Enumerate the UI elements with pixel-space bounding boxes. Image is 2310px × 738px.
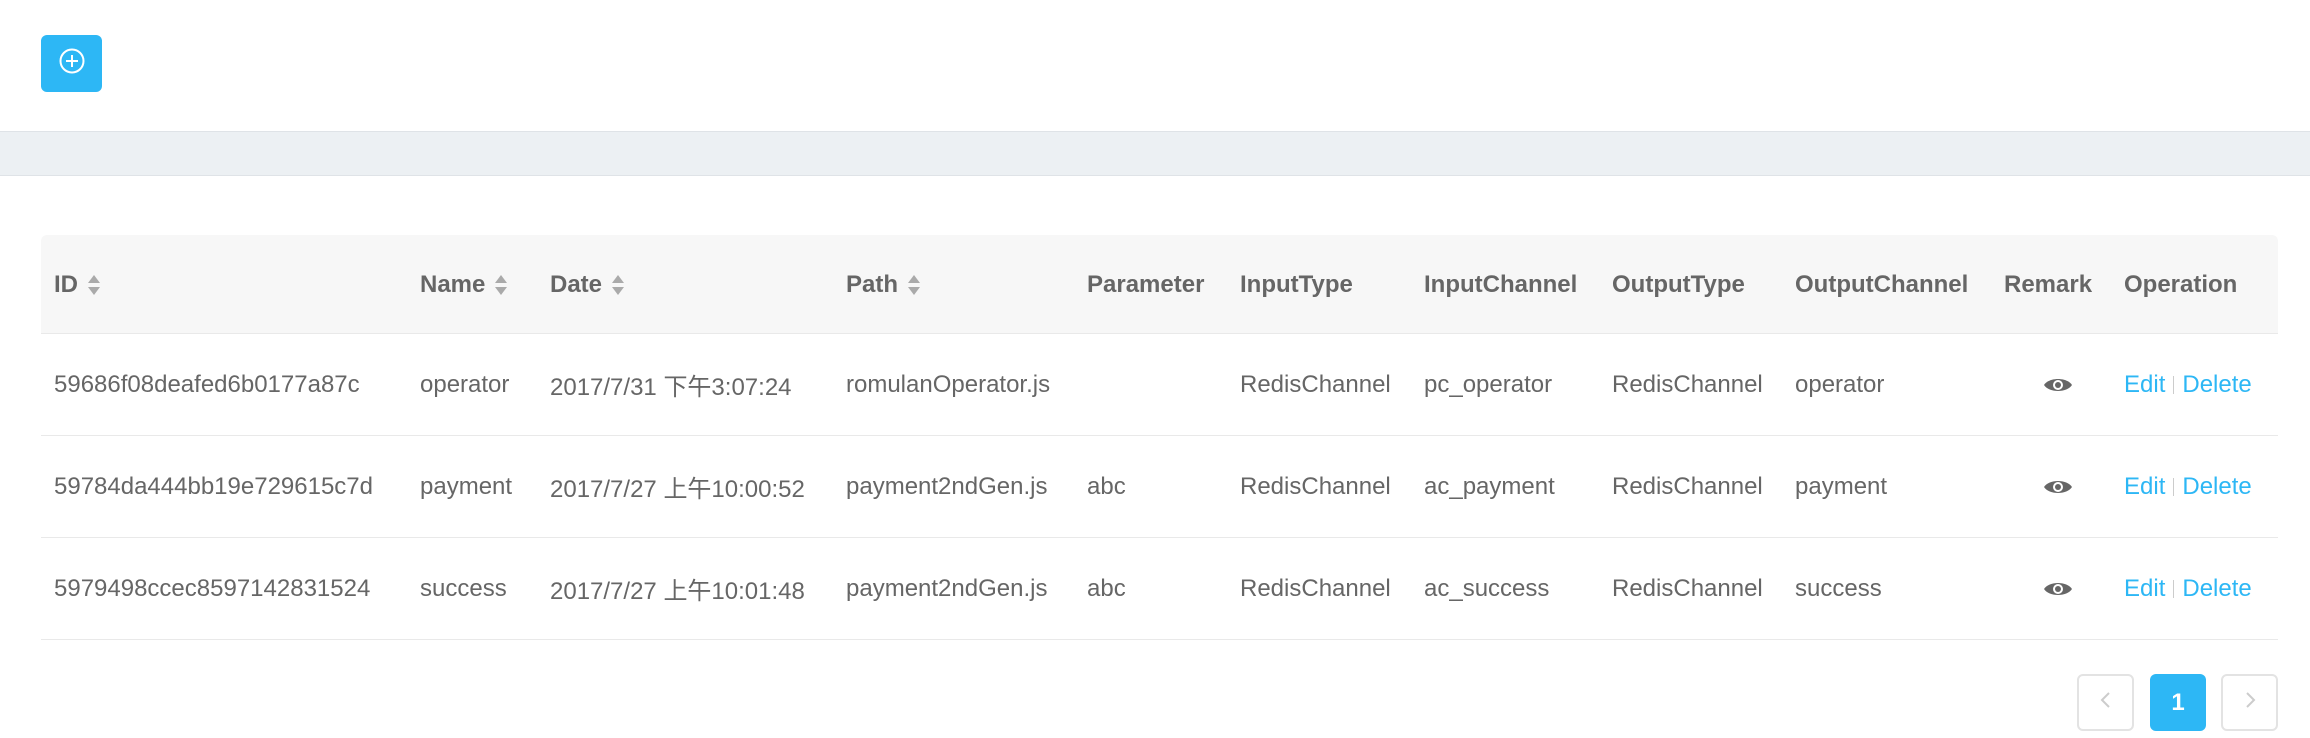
edit-link[interactable]: Edit: [2124, 473, 2165, 501]
cell-input-channel: pc_operator: [1424, 370, 1553, 398]
toolbar-card: [0, 0, 2310, 132]
column-header-operation: Operation: [2124, 270, 2238, 298]
cell-name: success: [420, 574, 507, 602]
eye-icon[interactable]: [2043, 472, 2073, 502]
sort-icon[interactable]: [88, 274, 100, 296]
column-header-input-type: InputType: [1240, 270, 1353, 298]
cell-path: payment2ndGen.js: [846, 472, 1048, 500]
cell-output-channel: success: [1795, 574, 1882, 602]
cell-path: payment2ndGen.js: [846, 574, 1048, 602]
prev-page-button[interactable]: [2077, 674, 2134, 731]
cell-remark: [2043, 436, 2073, 537]
sort-icon[interactable]: [495, 274, 508, 296]
cell-input-channel: ac_success: [1424, 574, 1550, 602]
cell-operation: Edit Delete: [2124, 436, 2252, 537]
cell-parameter: abc: [1087, 574, 1126, 602]
data-table: ID Name Date Path Parameter InputType In…: [41, 235, 2278, 640]
eye-icon[interactable]: [2043, 574, 2073, 604]
column-header-input-channel: InputChannel: [1424, 270, 1578, 298]
cell-date: 2017/7/31 下午3:07:24: [550, 374, 792, 401]
cell-date: 2017/7/27 上午10:01:48: [550, 578, 805, 605]
cell-id: 59686f08deafed6b0177a87c: [54, 370, 360, 398]
cell-input-channel: ac_payment: [1424, 472, 1555, 500]
next-page-button[interactable]: [2221, 674, 2278, 731]
column-header-name[interactable]: Name: [420, 235, 508, 334]
table-row: 59686f08deafed6b0177a87c operator 2017/7…: [41, 334, 2278, 436]
table-card: ID Name Date Path Parameter InputType In…: [0, 175, 2310, 738]
column-header-remark: Remark: [2004, 270, 2093, 298]
cell-output-type: RedisChannel: [1612, 370, 1763, 398]
column-header-id[interactable]: ID: [54, 235, 100, 334]
cell-name: payment: [420, 472, 513, 500]
sort-icon[interactable]: [908, 274, 921, 296]
cell-date: 2017/7/27 上午10:00:52: [550, 476, 805, 503]
cell-name: operator: [420, 370, 510, 398]
chevron-right-icon: [2243, 689, 2257, 717]
divider: [2173, 477, 2175, 496]
cell-path: romulanOperator.js: [846, 370, 1051, 398]
plus-circle-icon: [58, 47, 86, 80]
cell-output-channel: payment: [1795, 472, 1888, 500]
table-header: ID Name Date Path Parameter InputType In…: [41, 235, 2278, 334]
cell-output-channel: operator: [1795, 370, 1885, 398]
divider: [2173, 375, 2175, 394]
delete-link[interactable]: Delete: [2182, 575, 2251, 603]
divider: [2173, 579, 2175, 598]
column-header-path[interactable]: Path: [846, 235, 921, 334]
cell-id: 59784da444bb19e729615c7d: [54, 472, 373, 500]
cell-operation: Edit Delete: [2124, 334, 2252, 435]
column-header-output-channel: OutputChannel: [1795, 270, 1969, 298]
add-button[interactable]: [41, 35, 102, 92]
cell-id: 5979498ccec8597142831524: [54, 574, 371, 602]
cell-input-type: RedisChannel: [1240, 472, 1391, 500]
cell-output-type: RedisChannel: [1612, 472, 1763, 500]
edit-link[interactable]: Edit: [2124, 371, 2165, 399]
column-header-output-type: OutputType: [1612, 270, 1745, 298]
delete-link[interactable]: Delete: [2182, 473, 2251, 501]
chevron-left-icon: [2099, 689, 2113, 717]
column-header-parameter: Parameter: [1087, 270, 1205, 298]
delete-link[interactable]: Delete: [2182, 371, 2251, 399]
edit-link[interactable]: Edit: [2124, 575, 2165, 603]
cell-output-type: RedisChannel: [1612, 574, 1763, 602]
cell-input-type: RedisChannel: [1240, 370, 1391, 398]
sort-icon[interactable]: [612, 274, 625, 296]
eye-icon[interactable]: [2043, 370, 2073, 400]
table-row: 5979498ccec8597142831524 success 2017/7/…: [41, 538, 2278, 640]
table-row: 59784da444bb19e729615c7d payment 2017/7/…: [41, 436, 2278, 538]
cell-remark: [2043, 334, 2073, 435]
cell-operation: Edit Delete: [2124, 538, 2252, 639]
cell-input-type: RedisChannel: [1240, 574, 1391, 602]
cell-remark: [2043, 538, 2073, 639]
column-header-date[interactable]: Date: [550, 235, 625, 334]
cell-parameter: abc: [1087, 472, 1126, 500]
page-button-current[interactable]: 1: [2150, 674, 2206, 731]
